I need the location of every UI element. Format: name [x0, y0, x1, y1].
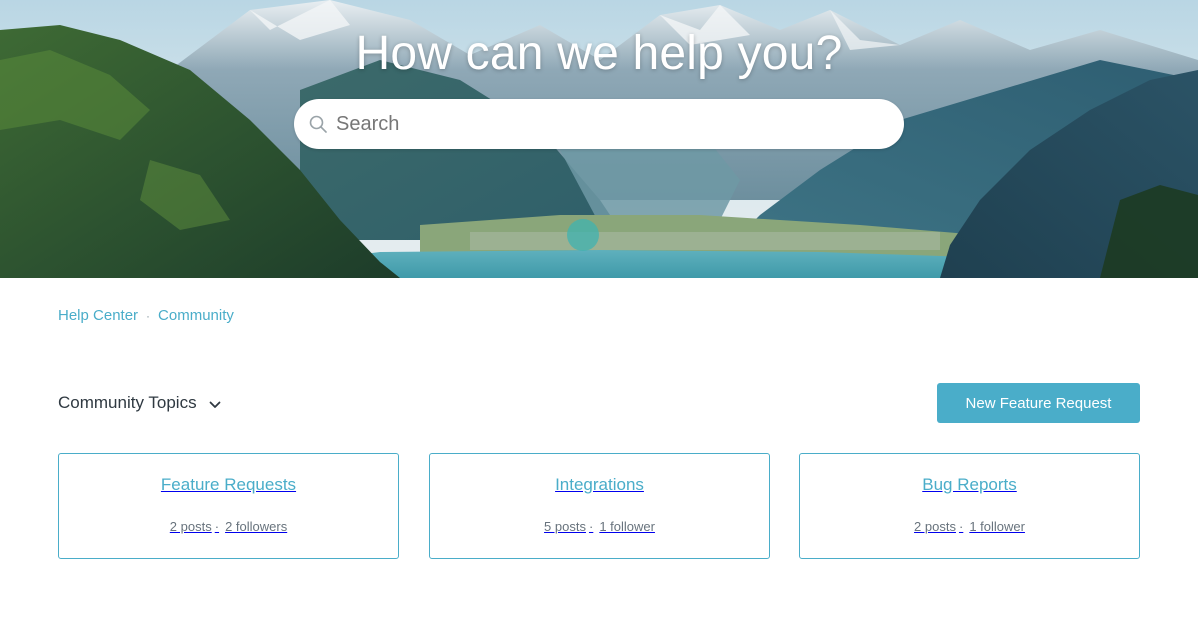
- post-count: 5 posts: [544, 519, 586, 534]
- breadcrumb-community[interactable]: Community: [158, 307, 234, 324]
- breadcrumb-help-center[interactable]: Help Center: [58, 307, 138, 324]
- follower-count: 1 follower: [969, 519, 1025, 534]
- follower-count: 2 followers: [225, 519, 288, 534]
- follower-count: 1 follower: [599, 519, 655, 534]
- topic-meta: 2 posts · 2 followers: [59, 519, 398, 534]
- meta-separator: ·: [214, 519, 220, 534]
- hero-banner: How can we help you?: [0, 0, 1198, 278]
- meta-separator: ·: [588, 519, 594, 534]
- topic-card-integrations[interactable]: Integrations 5 posts · 1 follower: [429, 453, 770, 559]
- post-count: 2 posts: [169, 519, 212, 534]
- search-icon: [309, 115, 327, 133]
- topic-card-bug-reports[interactable]: Bug Reports 2 posts · 1 follower: [799, 453, 1140, 559]
- topic-cards: Feature Requests 2 posts · 2 followers Int…: [58, 453, 1140, 559]
- search-input[interactable]: [336, 99, 904, 149]
- community-topics-label: Community Topics: [58, 393, 197, 412]
- topic-title: Feature Requests: [160, 475, 297, 494]
- topic-meta: 2 posts · 1 follower: [800, 519, 1139, 534]
- topic-title: Bug Reports: [922, 475, 1017, 494]
- breadcrumb-separator: ·: [146, 308, 151, 323]
- chevron-down-icon: [209, 401, 220, 408]
- community-topics-dropdown[interactable]: Community Topics: [58, 393, 221, 413]
- post-count: 2 posts: [914, 519, 956, 534]
- topic-card-feature-requests[interactable]: Feature Requests 2 posts · 2 followers: [58, 453, 399, 559]
- search-bar[interactable]: [294, 99, 904, 149]
- topic-title: Integrations: [555, 475, 644, 494]
- hero-title: How can we help you?: [355, 27, 843, 80]
- meta-separator: ·: [958, 519, 964, 534]
- topic-meta: 5 posts · 1 follower: [430, 519, 769, 534]
- breadcrumb: Help Center · Community: [58, 307, 234, 324]
- new-feature-request-button[interactable]: New Feature Request: [937, 383, 1140, 423]
